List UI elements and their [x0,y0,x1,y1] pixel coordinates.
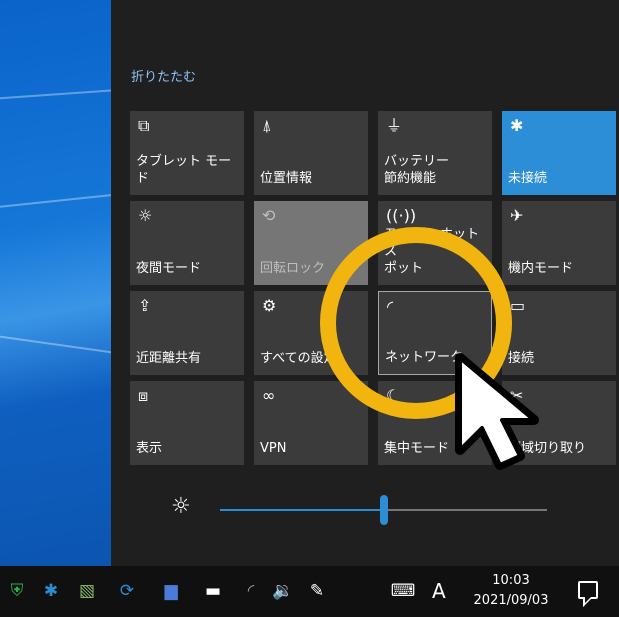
quick-action-tile[interactable]: ⇪ 近距離共有 [130,291,244,375]
tile-label: 位置情報 [260,171,313,186]
quick-action-tile[interactable]: ✱ 未接続 [502,111,616,195]
keyboard-icon[interactable]: ⌨ [386,579,420,603]
notification-center-icon[interactable] [578,581,598,599]
ime-indicator[interactable]: A [432,579,446,603]
tile-label: VPN [260,441,287,456]
tile-label: 未接続 [508,171,548,186]
clock-time: 10:03 [492,573,530,588]
clock[interactable]: 10:03 2021/09/03 [466,571,556,611]
tablet-mode-icon: ⧉ [138,116,150,135]
clock-date: 2021/09/03 [473,593,549,608]
collapse-link[interactable]: 折りたたむ [131,66,196,85]
wifi-icon[interactable]: ◜ [240,579,262,603]
rotation-lock-icon: ⟲ [262,206,276,225]
brightness-control: ☼ [171,492,611,532]
desktop-background [0,0,111,566]
tile-label: 夜間モード [136,261,202,276]
bluetooth-tray-icon[interactable]: ✱ [40,579,62,603]
brightness-slider[interactable] [220,495,547,525]
connect-icon: ▭ [510,296,526,315]
pen-icon[interactable]: ✎ [306,579,328,603]
battery-saver-icon: ⏚ [386,116,403,135]
tile-label: バッテリー 節約機能 [384,154,450,186]
display-icon[interactable]: ▆ [160,579,182,603]
quick-action-tile[interactable]: ✈ 機内モード [502,201,616,285]
tile-label: 表示 [136,441,163,456]
nearby-sharing-icon: ⇪ [138,296,152,315]
mobile-hotspot-icon: ((·)) [386,206,417,225]
taskbar: ⛨ ✱ ▧ ⟳ ▆ ▬ ◜ 🔉 ✎ ⌨ A 10:03 2021/09/03 [0,566,619,617]
mouse-pointer-icon [455,353,539,470]
quick-action-tile[interactable]: ⧈ 表示 [130,381,244,465]
brightness-slider-thumb[interactable] [379,495,388,525]
quick-action-tile[interactable]: ☼ 夜間モード [130,201,244,285]
settings-gear-icon: ⚙ [262,296,277,315]
bluetooth-icon: ✱ [510,116,524,135]
tile-label: 機内モード [508,261,574,276]
tile-label: 回転ロック [260,261,326,276]
location-icon: ⍋ [262,116,272,135]
night-light-icon: ☼ [138,206,153,225]
tile-label: 近距離共有 [136,351,202,366]
quick-action-tile[interactable]: ⧉ タブレット モード [130,111,244,195]
brightness-sun-icon: ☼ [171,494,191,519]
airplane-mode-icon: ✈ [510,206,524,225]
volume-icon[interactable]: 🔉 [272,579,294,603]
tile-label: 集中モード [384,441,450,456]
battery-icon[interactable]: ▬ [202,579,224,603]
sync-icon[interactable]: ⟳ [116,579,138,603]
tile-label: タブレット モード [136,154,232,186]
defender-icon[interactable]: ⛨ [6,579,28,603]
network-tray-icon[interactable]: ▧ [76,579,98,603]
project-icon: ⧈ [138,386,149,405]
quick-action-tile[interactable]: ⏚ バッテリー 節約機能 [378,111,492,195]
vpn-icon: ∞ [262,386,276,405]
quick-action-tile[interactable]: ⍋ 位置情報 [254,111,368,195]
